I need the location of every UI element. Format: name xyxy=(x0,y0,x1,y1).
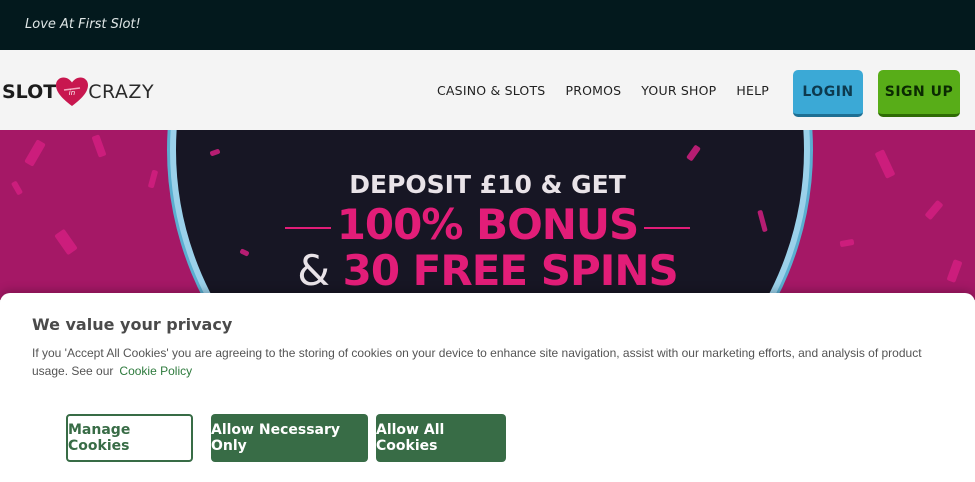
main-nav: CASINO & SLOTS PROMOS YOUR SHOP HELP xyxy=(437,83,789,98)
banner-ampersand: & xyxy=(297,246,330,295)
banner-bonus-line: 100% BONUS xyxy=(0,200,975,249)
nav-your-shop[interactable]: YOUR SHOP xyxy=(641,83,716,98)
logo-text-slot: SLOT xyxy=(2,81,57,103)
site-logo[interactable]: SLOT in CRAZY xyxy=(2,76,154,108)
cookie-title: We value your privacy xyxy=(32,315,233,334)
nav-promos[interactable]: PROMOS xyxy=(565,83,621,98)
site-header: SLOT in CRAZY CASINO & SLOTS PROMOS YOUR… xyxy=(0,50,975,130)
confetti-decoration xyxy=(91,134,107,158)
banner-headline: DEPOSIT £10 & GET xyxy=(349,170,626,199)
nav-help[interactable]: HELP xyxy=(736,83,769,98)
cookie-description: If you 'Accept All Cookies' you are agre… xyxy=(32,344,942,380)
promo-banner[interactable]: DEPOSIT £10 & GET 100% BONUS & 30 FREE S… xyxy=(0,130,975,300)
logo-text-crazy: CRAZY xyxy=(88,81,155,103)
heart-logo-icon: in xyxy=(56,77,89,106)
banner-bonus-text: 100% BONUS xyxy=(336,200,640,249)
nav-casino-slots[interactable]: CASINO & SLOTS xyxy=(437,83,545,98)
login-button[interactable]: LOGIN xyxy=(793,70,863,117)
banner-spins-text: 30 FREE SPINS xyxy=(342,246,679,295)
confetti-decoration xyxy=(24,139,46,167)
tagline: Love At First Slot! xyxy=(25,17,141,32)
allow-all-cookies-button[interactable]: Allow All Cookies xyxy=(376,414,506,462)
top-bar: Love At First Slot! xyxy=(0,0,975,50)
manage-cookies-button[interactable]: Manage Cookies xyxy=(66,414,193,462)
cookie-consent-panel: We value your privacy If you 'Accept All… xyxy=(0,293,975,482)
signup-button[interactable]: SIGN UP xyxy=(878,70,960,117)
banner-spins-line: & 30 FREE SPINS xyxy=(0,246,975,295)
svg-text:in: in xyxy=(69,89,75,97)
allow-necessary-button[interactable]: Allow Necessary Only xyxy=(211,414,368,462)
cookie-policy-link[interactable]: Cookie Policy xyxy=(119,364,192,378)
